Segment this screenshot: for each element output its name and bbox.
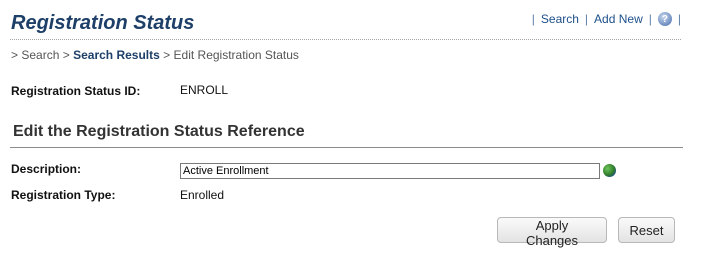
description-label: Description:	[11, 162, 82, 176]
add-new-link[interactable]: Add New	[594, 12, 643, 26]
breadcrumb-item-search[interactable]: Search	[21, 48, 59, 62]
breadcrumb-separator: >	[62, 48, 70, 62]
apply-changes-button[interactable]: Apply Changes	[497, 217, 607, 248]
status-id-label: Registration Status ID:	[11, 84, 141, 98]
reset-button[interactable]: Reset	[618, 217, 675, 243]
top-links: | Search | Add New | ? |	[532, 12, 681, 26]
breadcrumb-separator: >	[163, 48, 171, 62]
link-separator: |	[677, 12, 681, 26]
link-separator: |	[648, 12, 652, 26]
globe-icon[interactable]	[603, 164, 616, 177]
registration-type-value: Enrolled	[180, 188, 225, 202]
link-separator: |	[584, 12, 589, 26]
search-link[interactable]: Search	[541, 12, 579, 26]
breadcrumb-prefix: >	[11, 48, 19, 62]
status-id-value: ENROLL	[180, 83, 229, 97]
header-divider	[10, 39, 681, 40]
section-divider	[10, 147, 683, 148]
breadcrumb: > Search > Search Results > Edit Registr…	[11, 48, 299, 62]
section-title: Edit the Registration Status Reference	[13, 123, 305, 140]
link-separator: |	[531, 12, 535, 26]
page-title: Registration Status	[11, 12, 195, 34]
help-icon[interactable]: ?	[657, 12, 672, 26]
description-input[interactable]	[180, 163, 600, 179]
registration-type-label: Registration Type:	[11, 188, 116, 202]
breadcrumb-item-current: Edit Registration Status	[173, 48, 299, 62]
breadcrumb-item-search-results[interactable]: Search Results	[73, 48, 160, 62]
